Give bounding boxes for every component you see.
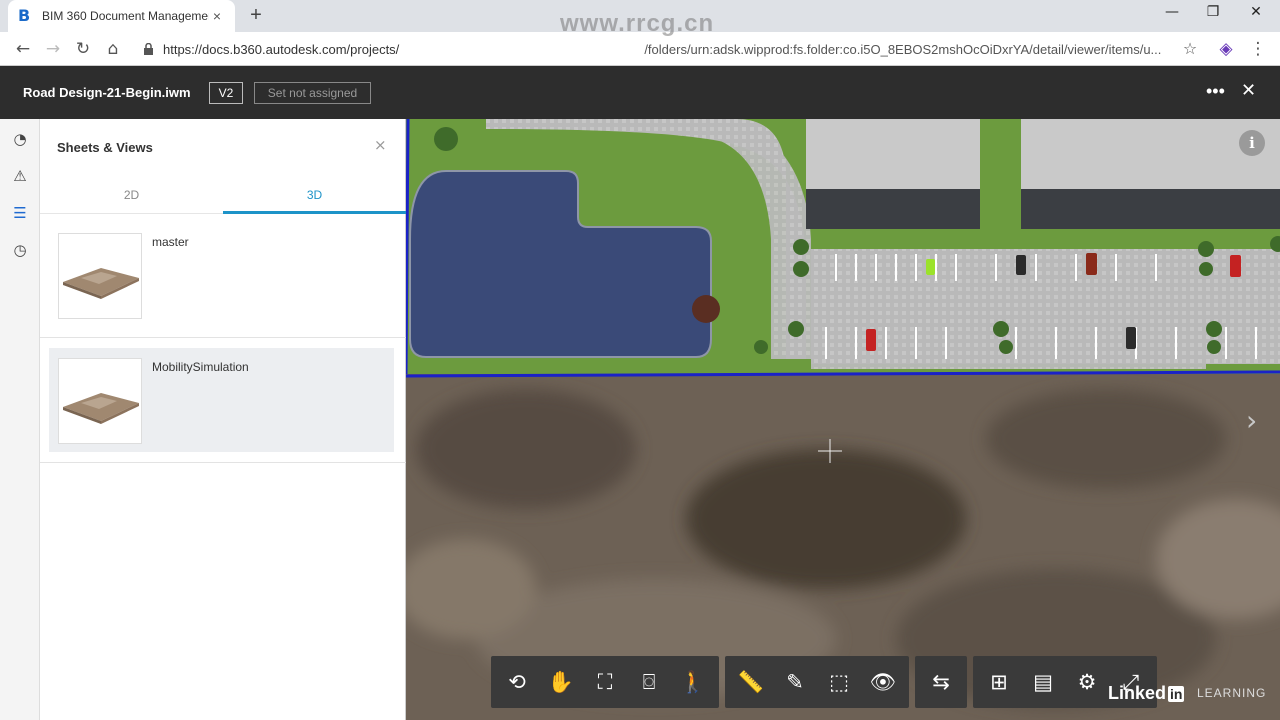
learning-label: LEARNING bbox=[1197, 686, 1267, 700]
watermark-text: www.rrcg.cn bbox=[560, 10, 715, 37]
document-header: Road Design-21-Begin.iwm V2 Set not assi… bbox=[0, 67, 1280, 119]
panel-title: Sheets & Views bbox=[57, 140, 153, 155]
browser-tab-title: BIM 360 Document Management bbox=[42, 9, 209, 23]
linkedin-text: Linked bbox=[1108, 683, 1167, 703]
left-icon-rail: ◔ ⚠ ☰ ◷ bbox=[0, 119, 40, 720]
model-viewer-canvas[interactable]: i › bbox=[406, 119, 1280, 720]
browser-menu-icon[interactable]: ⋮ bbox=[1247, 38, 1269, 60]
section-icon[interactable]: ⬚ bbox=[817, 660, 861, 704]
divider bbox=[40, 337, 406, 338]
sheets-views-panel: Sheets & Views × 2D 3D master MobilitySi… bbox=[40, 119, 406, 720]
close-viewer-icon[interactable]: ✕ bbox=[1241, 80, 1256, 101]
linkedin-in-badge: in bbox=[1168, 686, 1185, 702]
view-thumbnail bbox=[58, 358, 142, 444]
version-badge[interactable]: V2 bbox=[209, 82, 243, 104]
bim360-favicon-icon: B bbox=[18, 6, 31, 25]
bookmark-star-icon[interactable]: ☆ bbox=[1179, 38, 1201, 60]
sheets-icon[interactable]: ☰ bbox=[10, 203, 30, 223]
camera-icon[interactable]: ⌼ bbox=[627, 660, 671, 704]
orbit-icon[interactable]: ⟲ bbox=[495, 660, 539, 704]
settings-icon[interactable]: ⚙ bbox=[1065, 660, 1109, 704]
view-name: MobilitySimulation bbox=[152, 360, 249, 374]
navigation-tool-group: ⟲ ✋ ⛶ ⌼ 🚶 bbox=[491, 656, 719, 708]
measure-icon[interactable]: 📏 bbox=[729, 660, 773, 704]
view-name: master bbox=[152, 235, 189, 249]
browser-tab[interactable]: B BIM 360 Document Management × bbox=[8, 0, 235, 32]
markup-icon[interactable]: ✎ bbox=[773, 660, 817, 704]
minimize-button[interactable]: — bbox=[1152, 4, 1192, 24]
set-status-badge[interactable]: Set not assigned bbox=[254, 82, 371, 104]
compare-tool-group: ⇆ bbox=[915, 656, 967, 708]
warning-icon[interactable]: ⚠ bbox=[10, 166, 30, 186]
tab-2d[interactable]: 2D bbox=[40, 176, 223, 214]
gauge-icon[interactable]: ◔ bbox=[10, 129, 30, 149]
pan-icon[interactable]: ✋ bbox=[539, 660, 583, 704]
fit-view-icon[interactable]: ⛶ bbox=[583, 660, 627, 704]
panel-close-icon[interactable]: × bbox=[374, 136, 387, 154]
extension-icon[interactable]: ◈ bbox=[1215, 38, 1237, 60]
divider bbox=[40, 462, 406, 463]
view-tabs: 2D 3D bbox=[40, 176, 406, 214]
maximize-button[interactable]: ❐ bbox=[1193, 4, 1233, 24]
properties-icon[interactable]: ▤ bbox=[1021, 660, 1065, 704]
reload-icon[interactable]: ↻ bbox=[72, 38, 94, 60]
url-suffix: /folders/urn:adsk.wipprod:fs.folder:co.i… bbox=[644, 41, 1162, 57]
info-icon[interactable]: i bbox=[1239, 130, 1265, 156]
history-icon[interactable]: ◷ bbox=[10, 240, 30, 260]
modeling-tool-group: 📏 ✎ ⬚ 👁 bbox=[725, 656, 909, 708]
url-prefix: https://docs.b360.autodesk.com/projects/ bbox=[163, 41, 400, 57]
new-tab-button[interactable]: + bbox=[246, 5, 266, 25]
tab-close-icon[interactable]: × bbox=[209, 8, 225, 24]
home-icon[interactable]: ⌂ bbox=[102, 38, 124, 60]
back-icon[interactable]: ← bbox=[12, 38, 34, 60]
address-bar[interactable]: https://docs.b360.autodesk.com/projects/… bbox=[133, 36, 1205, 62]
lock-icon bbox=[143, 42, 155, 55]
crosshair-cursor-icon bbox=[818, 439, 842, 463]
compare-icon[interactable]: ⇆ bbox=[919, 660, 963, 704]
tab-3d[interactable]: 3D bbox=[223, 176, 406, 214]
list-item[interactable]: master bbox=[49, 223, 394, 327]
list-item[interactable]: MobilitySimulation bbox=[49, 348, 394, 452]
forward-icon[interactable]: → bbox=[42, 38, 64, 60]
next-view-arrow-icon[interactable]: › bbox=[1246, 404, 1257, 437]
window-close-button[interactable]: ✕ bbox=[1236, 4, 1276, 24]
first-person-icon[interactable]: 🚶 bbox=[671, 660, 715, 704]
model-browser-icon[interactable]: ⊞ bbox=[977, 660, 1021, 704]
linkedin-logo: Linked in bbox=[1108, 683, 1185, 704]
explode-icon[interactable]: 👁 bbox=[861, 660, 905, 704]
view-thumbnail bbox=[58, 233, 142, 319]
more-options-icon[interactable]: ••• bbox=[1206, 81, 1225, 102]
model-scene bbox=[406, 119, 1280, 720]
document-title: Road Design-21-Begin.iwm bbox=[23, 85, 191, 100]
